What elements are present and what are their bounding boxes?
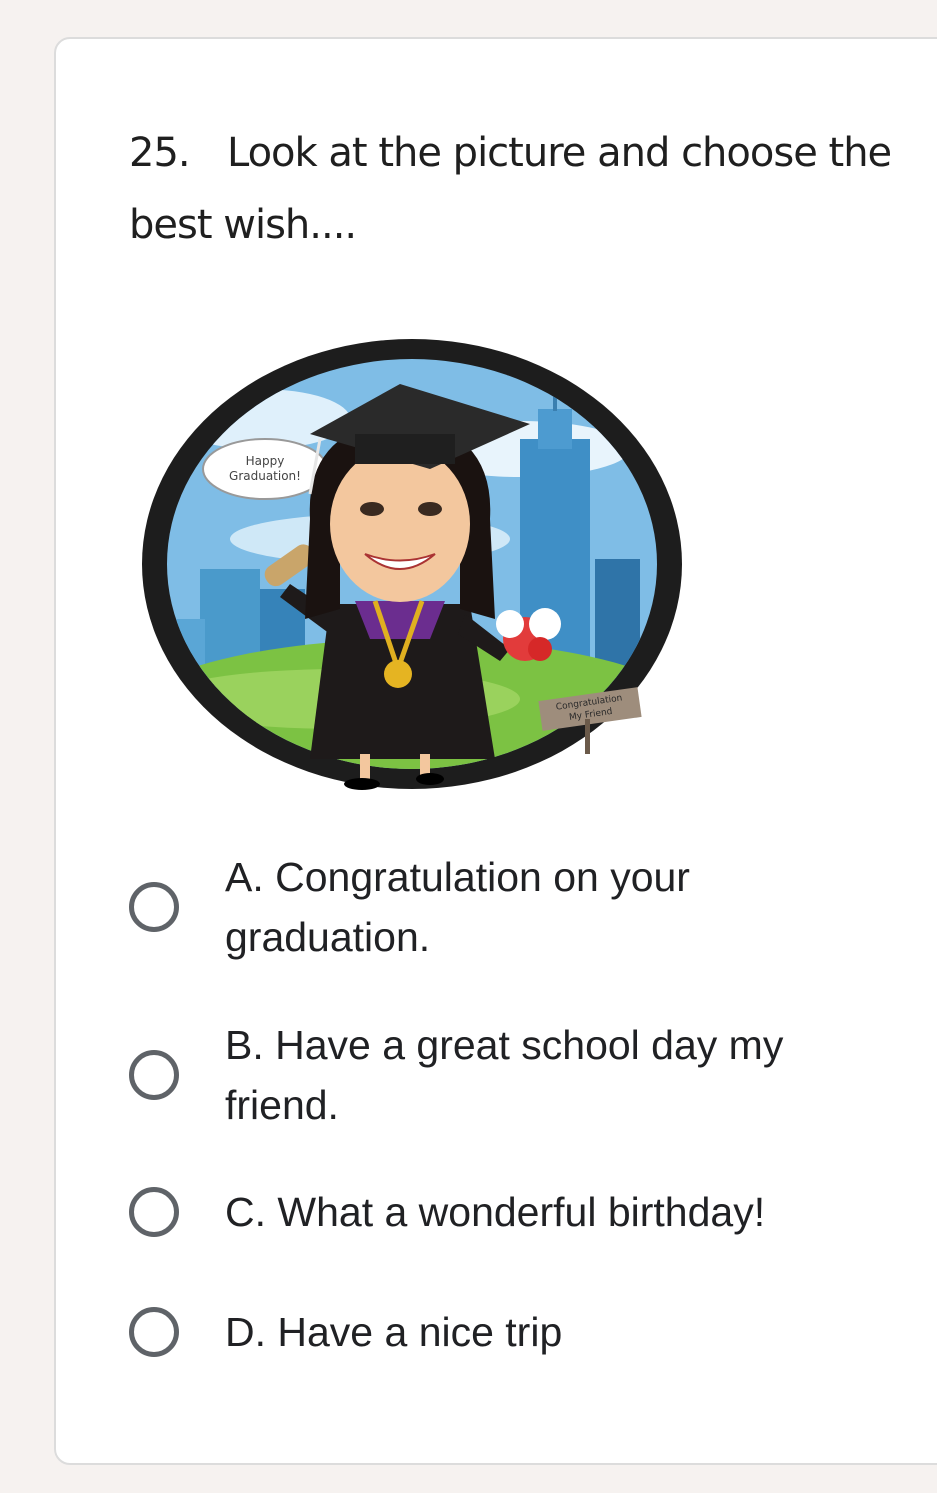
option-a[interactable]: A. Congratulation on your graduation. <box>129 847 909 967</box>
svg-text:Graduation!: Graduation! <box>229 469 301 483</box>
radio-circle-icon[interactable] <box>129 1307 179 1357</box>
option-a-label: A. Congratulation on your graduation. <box>225 854 690 960</box>
question-prompt: Look at the picture and choose the best … <box>129 130 892 248</box>
radio-circle-icon[interactable] <box>129 882 179 932</box>
face <box>330 446 470 602</box>
bubble-text: Happy <box>246 454 285 468</box>
option-d[interactable]: D. Have a nice trip <box>129 1302 909 1362</box>
question-text: 25. Look at the picture and choose the be… <box>129 117 929 261</box>
option-c-label: C. What a wonderful birthday! <box>225 1189 766 1235</box>
question-number: 25. <box>129 130 191 176</box>
medal <box>384 660 412 688</box>
graduation-illustration: Happy Graduation! Congratulation My Frie… <box>142 339 682 790</box>
option-c[interactable]: C. What a wonderful birthday! <box>129 1182 909 1242</box>
question-card: 25. Look at the picture and choose the be… <box>54 37 937 1465</box>
option-b[interactable]: B. Have a great school day my friend. <box>129 1015 909 1135</box>
radio-circle-icon[interactable] <box>129 1050 179 1100</box>
option-d-label: D. Have a nice trip <box>225 1309 563 1355</box>
radio-circle-icon[interactable] <box>129 1187 179 1237</box>
option-b-label: B. Have a great school day my friend. <box>225 1022 784 1128</box>
